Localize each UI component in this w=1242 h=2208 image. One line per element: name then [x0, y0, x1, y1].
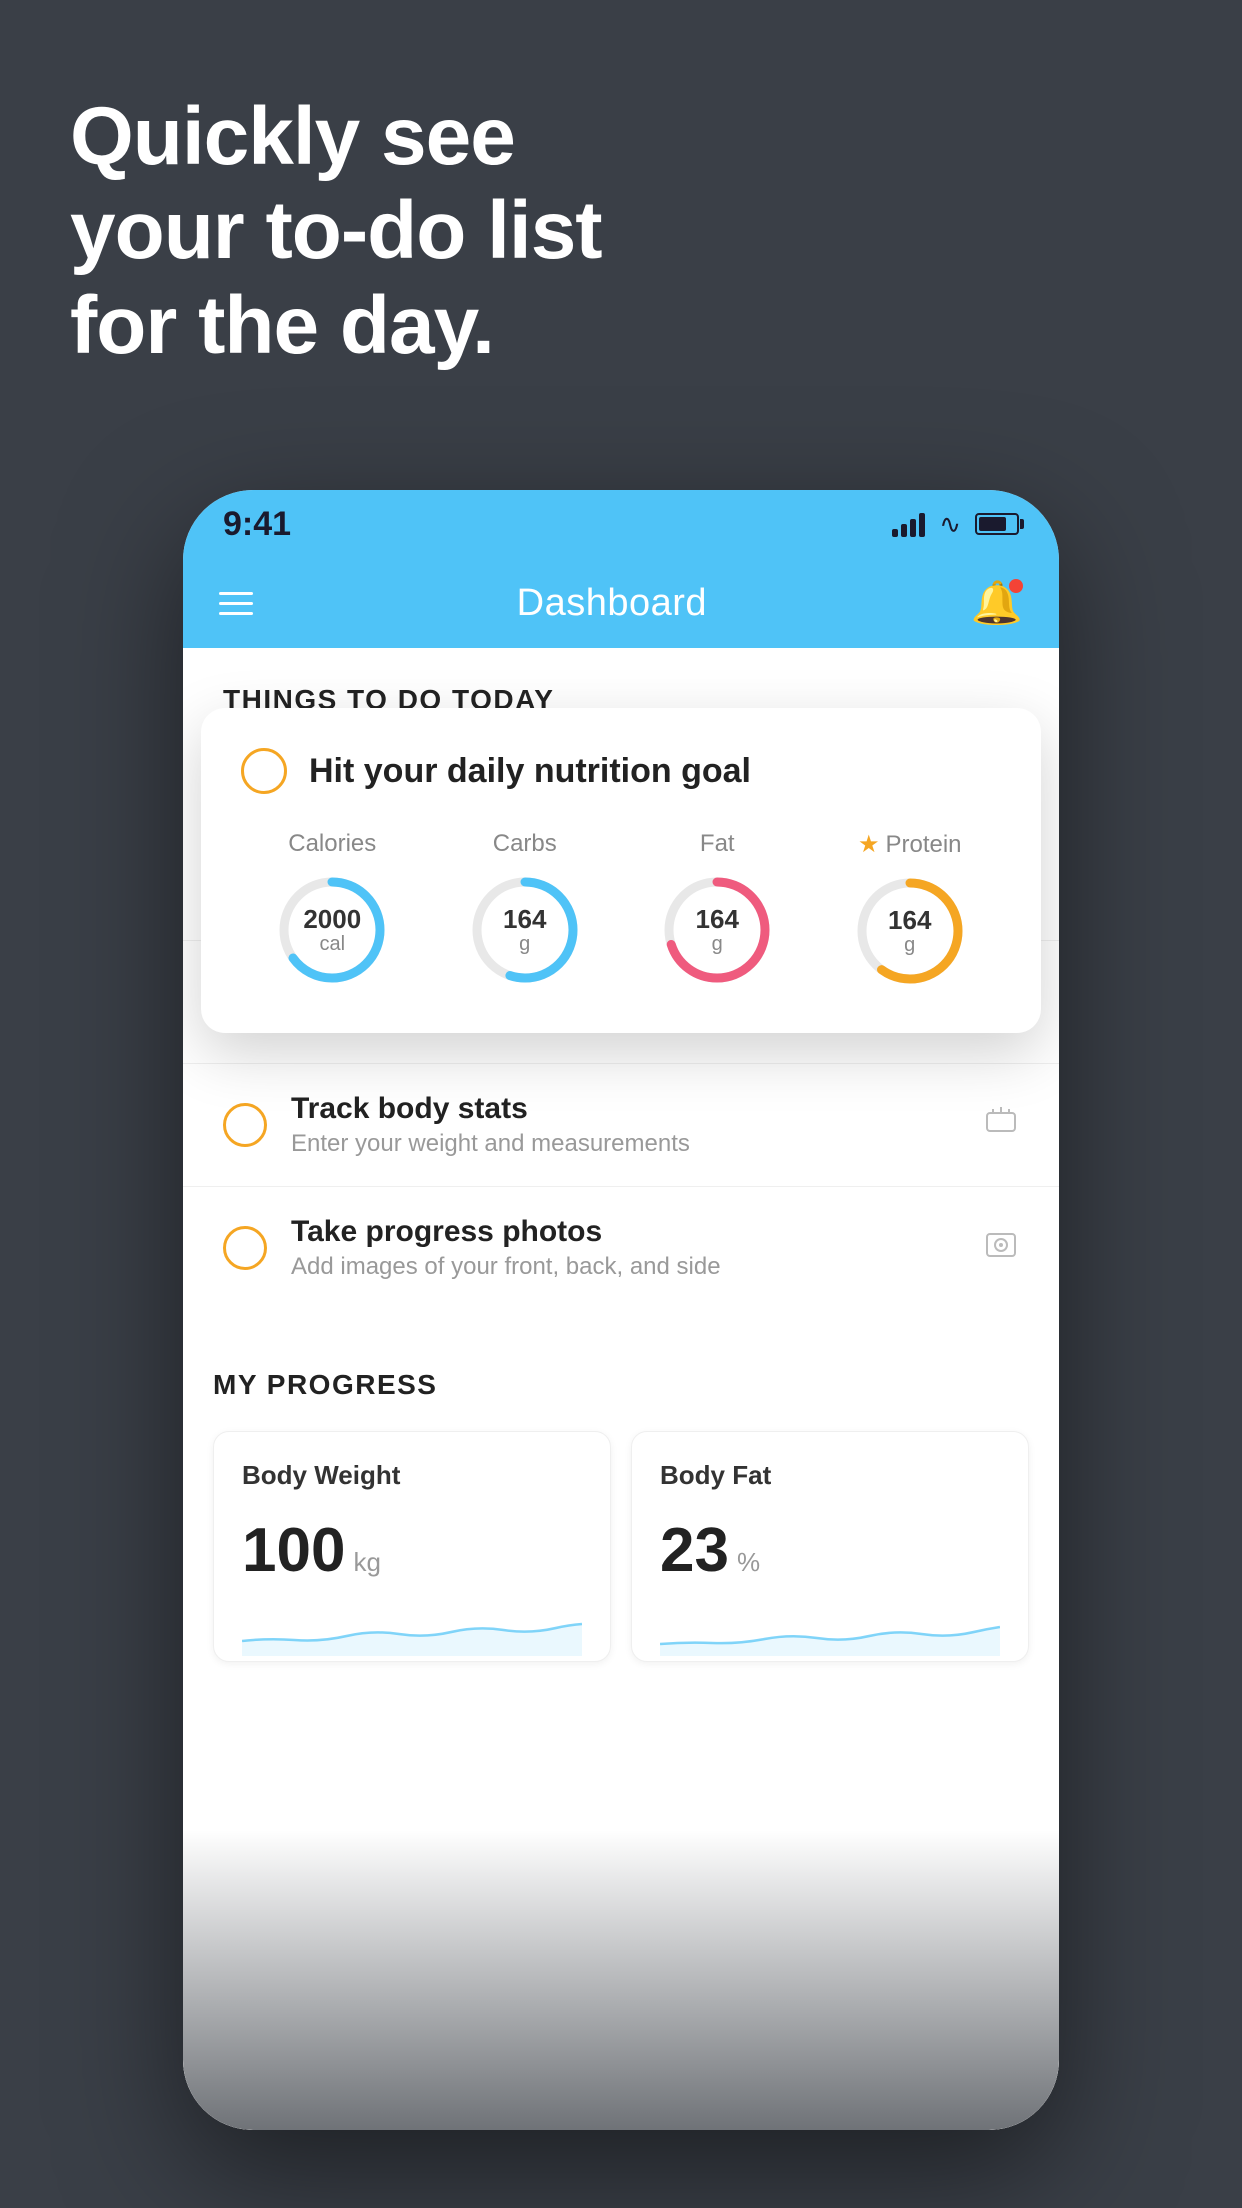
- headline: Quickly see your to-do list for the day.: [70, 90, 602, 373]
- nutrition-grid: Calories 2000 cal Carbs: [241, 830, 1001, 989]
- nutrition-goal-checkbox[interactable]: [241, 748, 287, 794]
- body-fat-unit: %: [737, 1547, 760, 1578]
- nutrition-fat: Fat 164 g: [659, 830, 775, 989]
- header-title: Dashboard: [517, 582, 707, 625]
- nutrition-calories: Calories 2000 cal: [274, 830, 390, 989]
- calories-label: Calories: [288, 830, 376, 858]
- todo-item-body-stats[interactable]: Track body stats Enter your weight and m…: [183, 1063, 1059, 1186]
- nutrition-carbs: Carbs 164 g: [467, 830, 583, 989]
- fat-label: Fat: [700, 830, 735, 858]
- body-weight-card-title: Body Weight: [242, 1460, 582, 1491]
- menu-button[interactable]: [219, 592, 253, 615]
- signal-icon: [892, 511, 925, 537]
- protein-ring: 164 g: [852, 873, 968, 989]
- protein-label: Protein: [885, 831, 961, 859]
- carbs-unit: g: [503, 933, 546, 956]
- photos-title: Take progress photos: [291, 1215, 959, 1249]
- app-header: Dashboard 🔔: [183, 558, 1059, 648]
- protein-label-row: ★ Protein: [858, 830, 962, 859]
- calories-ring: 2000 cal: [274, 872, 390, 988]
- body-fat-chart: [660, 1606, 1000, 1656]
- body-weight-unit: kg: [353, 1547, 380, 1578]
- battery-icon: [975, 513, 1019, 535]
- carbs-label: Carbs: [493, 830, 557, 858]
- notification-badge: [1009, 579, 1023, 593]
- photos-icon: [983, 1226, 1019, 1271]
- body-stats-subtitle: Enter your weight and measurements: [291, 1130, 959, 1158]
- status-bar: 9:41 ∿: [183, 490, 1059, 558]
- todo-item-photos[interactable]: Take progress photos Add images of your …: [183, 1186, 1059, 1309]
- body-fat-card: Body Fat 23 %: [631, 1431, 1029, 1662]
- body-weight-value: 100: [242, 1515, 345, 1586]
- body-fat-value: 23: [660, 1515, 729, 1586]
- phone-mockup: 9:41 ∿ Dashboard 🔔 THINGS TO DO TODAY: [183, 490, 1059, 2130]
- headline-line2: your to-do list: [70, 185, 602, 276]
- fat-unit: g: [696, 933, 739, 956]
- carbs-ring: 164 g: [467, 872, 583, 988]
- progress-section-title: MY PROGRESS: [213, 1369, 1029, 1401]
- headline-line3: for the day.: [70, 280, 494, 371]
- body-fat-card-title: Body Fat: [660, 1460, 1000, 1491]
- body-weight-card: Body Weight 100 kg: [213, 1431, 611, 1662]
- protein-unit: g: [888, 934, 931, 957]
- phone-content: THINGS TO DO TODAY Hit your daily nutrit…: [183, 648, 1059, 2130]
- photos-text: Take progress photos Add images of your …: [291, 1215, 959, 1281]
- body-stats-checkbox[interactable]: [223, 1103, 267, 1147]
- headline-line1: Quickly see: [70, 91, 515, 182]
- body-stats-title: Track body stats: [291, 1092, 959, 1126]
- photos-checkbox[interactable]: [223, 1226, 267, 1270]
- carbs-value: 164: [503, 904, 546, 935]
- nutrition-card-title: Hit your daily nutrition goal: [309, 752, 751, 791]
- photos-subtitle: Add images of your front, back, and side: [291, 1253, 959, 1281]
- body-stats-icon: [983, 1103, 1019, 1148]
- nutrition-card: Hit your daily nutrition goal Calories 2…: [201, 708, 1041, 1033]
- status-time: 9:41: [223, 505, 291, 544]
- progress-section: MY PROGRESS Body Weight 100 kg: [183, 1329, 1059, 1692]
- progress-cards: Body Weight 100 kg Body Fat 23 %: [213, 1431, 1029, 1662]
- calories-unit: cal: [303, 933, 361, 956]
- protein-star-icon: ★: [858, 830, 880, 859]
- bottom-shadow: [183, 1830, 1059, 2130]
- fat-value: 164: [696, 904, 739, 935]
- notification-button[interactable]: 🔔: [971, 579, 1023, 628]
- nutrition-protein: ★ Protein 164 g: [852, 830, 968, 989]
- calories-value: 2000: [303, 904, 361, 935]
- fat-ring: 164 g: [659, 872, 775, 988]
- status-icons: ∿: [892, 509, 1019, 540]
- wifi-icon: ∿: [939, 509, 961, 540]
- protein-value: 164: [888, 905, 931, 936]
- body-weight-chart: [242, 1606, 582, 1656]
- body-stats-text: Track body stats Enter your weight and m…: [291, 1092, 959, 1158]
